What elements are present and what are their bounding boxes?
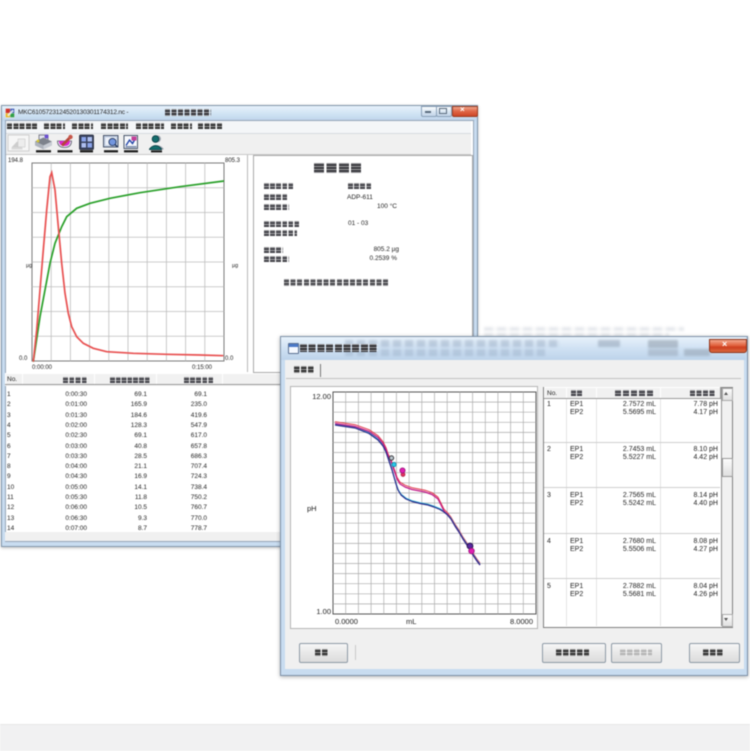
svg-text:8.0000: 8.0000 <box>510 617 533 626</box>
svg-text:12.00: 12.00 <box>312 392 331 401</box>
svg-text:µg: µg <box>26 263 32 269</box>
svg-text:1.00: 1.00 <box>316 607 331 616</box>
svg-text:µg: µg <box>232 263 238 269</box>
svg-text:0:00:00: 0:00:00 <box>32 365 53 371</box>
svg-text:805.3: 805.3 <box>225 158 241 164</box>
svg-text:0.0: 0.0 <box>225 356 234 362</box>
svg-text:0:15:00: 0:15:00 <box>192 365 213 371</box>
svg-text:194.8: 194.8 <box>8 158 24 164</box>
svg-text:0.0: 0.0 <box>19 356 28 362</box>
svg-text:pH: pH <box>307 504 317 513</box>
svg-text:mL: mL <box>406 617 416 626</box>
svg-text:0.0000: 0.0000 <box>335 617 358 626</box>
